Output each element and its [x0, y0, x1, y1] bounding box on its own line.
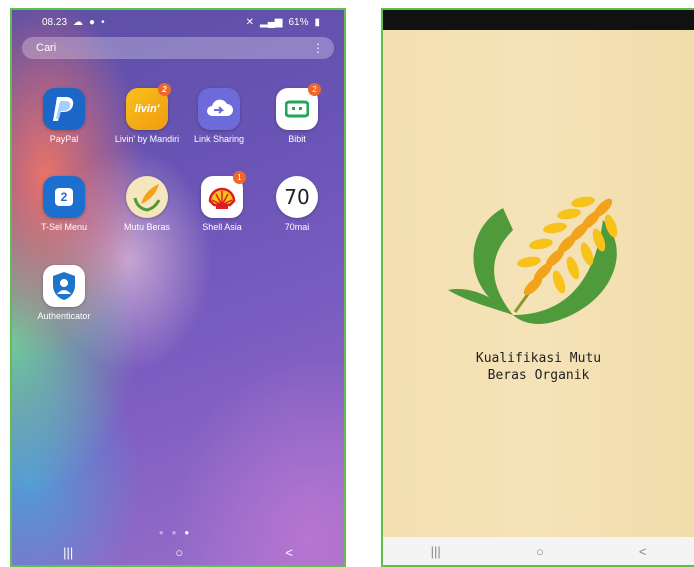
cloud-share-icon	[198, 88, 240, 130]
app-label: Link Sharing	[193, 134, 245, 144]
shell-icon: 1	[201, 171, 246, 218]
app-title: Kualifikasi Mutu Beras Organik	[383, 350, 694, 384]
app-paypal[interactable]: PayPal	[29, 88, 99, 144]
battery-percent: 61%	[288, 16, 309, 28]
rice-grain-icon	[126, 176, 168, 218]
recents-button[interactable]: |||	[63, 545, 73, 560]
app-title-line-1: Kualifikasi Mutu	[475, 351, 602, 366]
home-screen-phone: 08.23 ☁ ● • ✕ ▂▄▆ 61% ▮ Cari ⋮ PayPal li…	[10, 8, 346, 567]
app-label: T-Sel Menu	[40, 222, 88, 232]
app-label: Livin' by Mandiri	[114, 134, 180, 144]
app-70mai[interactable]: 70 70mai	[262, 176, 332, 232]
status-time: 08.23	[42, 16, 68, 28]
app-shell-asia[interactable]: 1 Shell Asia	[187, 171, 257, 232]
page-dot: ●	[158, 528, 172, 537]
status-bar-black	[383, 10, 694, 30]
home-button[interactable]: ○	[175, 545, 183, 560]
recents-button[interactable]: |||	[431, 544, 441, 559]
cloud-icon: ☁	[73, 16, 84, 28]
app-title-line-2: Beras Organik	[487, 368, 590, 383]
home-button[interactable]: ○	[536, 544, 544, 559]
notification-badge: 1	[233, 171, 246, 184]
dot-icon: •	[101, 16, 105, 28]
notification-badge: 2	[158, 83, 171, 96]
app-label: PayPal	[49, 134, 79, 144]
70mai-icon: 70	[276, 176, 318, 218]
app-link-sharing[interactable]: Link Sharing	[184, 88, 254, 144]
status-bar: 08.23 ☁ ● • ✕ ▂▄▆ 61% ▮	[12, 10, 344, 34]
app-label: Shell Asia	[202, 222, 242, 232]
battery-icon: ▮	[314, 16, 320, 28]
app-authenticator[interactable]: Authenticator	[29, 265, 99, 321]
app-label: 70mai	[284, 222, 310, 232]
tsel-menu-icon: 2	[43, 176, 85, 218]
page-dot-active: ●	[184, 528, 198, 537]
notification-icon: ●	[89, 16, 96, 28]
page-dot: ●	[171, 528, 185, 537]
app-label: Mutu Beras	[123, 222, 171, 232]
70mai-icon-text: 70	[284, 185, 310, 209]
navigation-bar: ||| ○ <	[383, 537, 694, 565]
mute-icon: ✕	[245, 16, 254, 28]
more-options-icon[interactable]: ⋮	[312, 41, 324, 55]
app-mutu-beras[interactable]: Mutu Beras	[112, 176, 182, 232]
rice-logo	[443, 190, 643, 340]
app-bibit[interactable]: 2 Bibit	[262, 83, 332, 144]
splash-screen-phone: Kualifikasi Mutu Beras Organik ||| ○ <	[381, 8, 694, 567]
app-search-bar[interactable]: Cari ⋮	[22, 37, 334, 59]
paypal-icon	[43, 88, 85, 130]
authenticator-icon	[43, 265, 85, 307]
livin-icon-text: livin'	[134, 103, 160, 115]
back-button[interactable]: <	[285, 545, 293, 560]
notification-badge: 2	[308, 83, 321, 96]
app-label: Bibit	[288, 134, 306, 144]
search-placeholder: Cari	[36, 42, 57, 54]
back-button[interactable]: <	[639, 544, 647, 559]
page-indicator: ●●●	[12, 528, 344, 537]
tsel-icon-text: 2	[55, 188, 73, 206]
app-tsel-menu[interactable]: 2 T-Sel Menu	[29, 176, 99, 232]
navigation-bar: ||| ○ <	[12, 539, 344, 565]
signal-icon: ▂▄▆	[260, 16, 283, 28]
livin-icon: livin' 2	[126, 83, 171, 130]
app-livin-mandiri[interactable]: livin' 2 Livin' by Mandiri	[112, 83, 182, 144]
rice-hand-logo-icon	[448, 196, 618, 324]
app-label: Authenticator	[37, 311, 91, 321]
bibit-icon: 2	[276, 83, 321, 130]
